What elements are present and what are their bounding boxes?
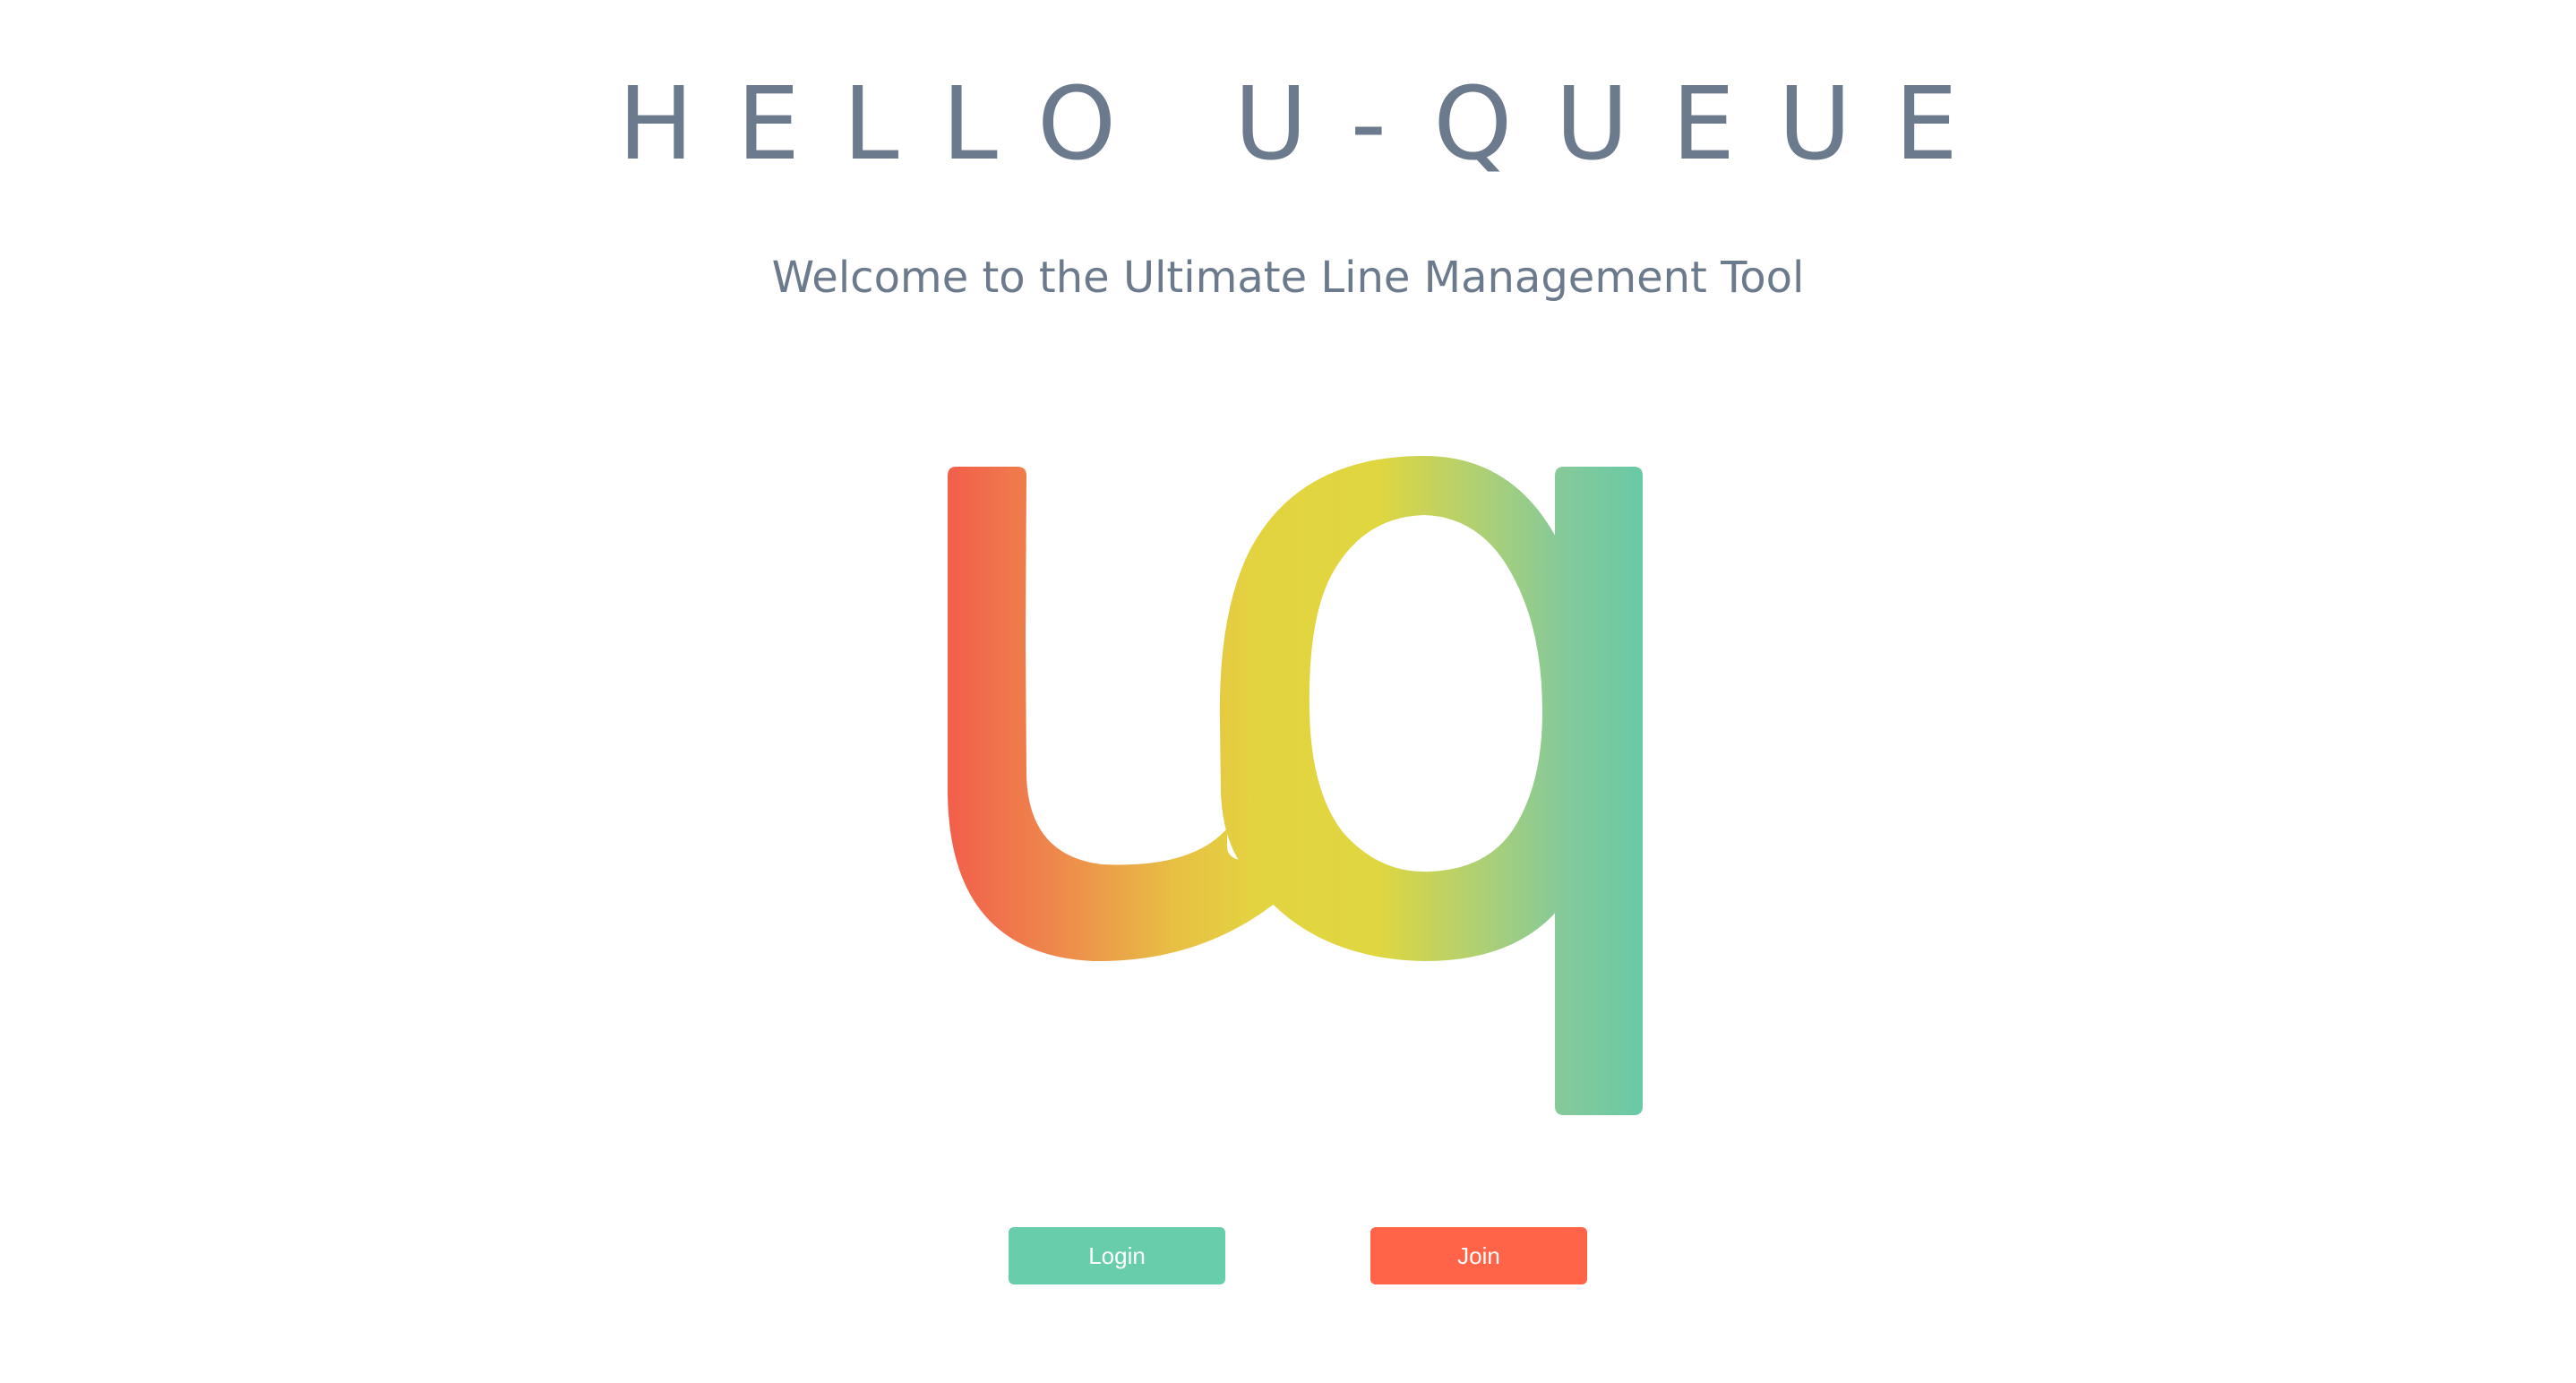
page-subtitle: Welcome to the Ultimate Line Management …: [771, 253, 1805, 303]
login-button[interactable]: Login: [1009, 1227, 1225, 1284]
uq-logo-icon: [948, 456, 1643, 1115]
join-button[interactable]: Join: [1370, 1227, 1587, 1284]
page-title: HELLO U-QUEUE: [618, 66, 2001, 183]
